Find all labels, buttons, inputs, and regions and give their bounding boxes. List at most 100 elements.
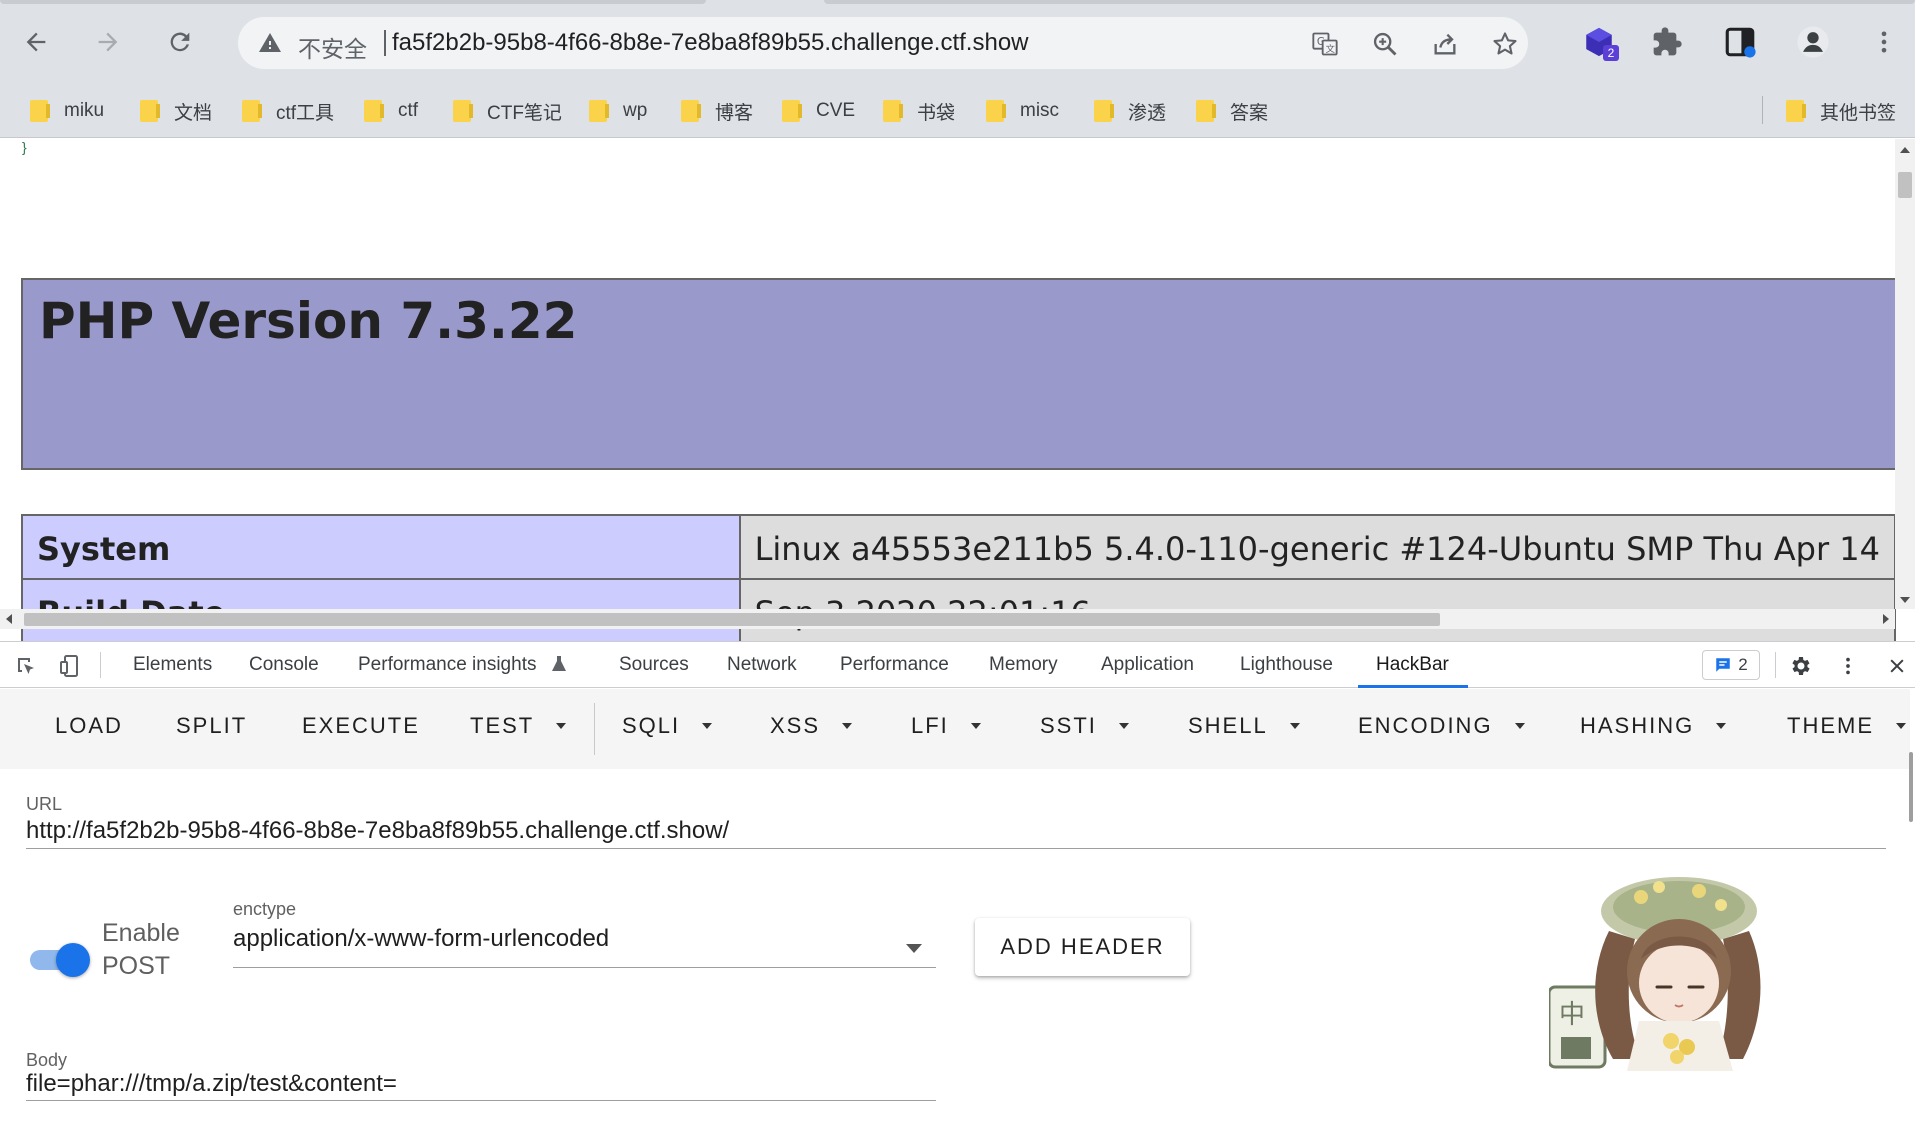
row-value: Linux a45553e211b5 5.4.0-110-generic #12… [738,514,1897,580]
execute-button[interactable]: EXECUTE [302,713,420,739]
bookmark-folder[interactable]: 博客 [681,98,753,124]
caret-down-icon [1289,723,1300,729]
body-field-label: Body [26,1050,68,1070]
scroll-left-arrow-icon[interactable] [6,614,12,624]
caret-down-icon [970,723,981,729]
folder-icon [986,100,1006,122]
folder-icon [242,100,262,122]
settings-gear-icon[interactable] [1786,652,1814,680]
reload-icon [170,32,190,52]
body-field[interactable]: file=phar:///tmp/a.zip/test&content= [26,1070,397,1098]
encoding-menu-button[interactable]: ENCODING [1358,713,1525,739]
test-menu-button[interactable]: TEST [470,713,567,739]
bookmark-folder[interactable]: 文档 [140,98,212,124]
page-vertical-scrollbar[interactable] [1895,139,1915,609]
url-field[interactable]: http://fa5f2b2b-95b8-4f66-8b8e-7e8ba8f89… [26,817,729,845]
enctype-label: enctype [233,899,297,919]
not-secure-label: 不安全 [298,36,367,62]
bookmark-folder[interactable]: 渗透 [1094,98,1166,124]
load-button[interactable]: LOAD [55,713,123,739]
profile-button[interactable] [1791,20,1835,64]
avatar-icon [1797,26,1829,58]
select-caret-icon[interactable] [906,944,922,953]
bookmark-folder[interactable]: CTF笔记 [453,98,562,124]
add-header-button[interactable]: ADD HEADER [975,918,1190,976]
tab-sources[interactable]: Sources [619,654,689,676]
enctype-underline [233,967,936,968]
lfi-menu-button[interactable]: LFI [911,713,981,739]
device-toolbar-icon[interactable] [56,652,84,680]
anime-girl-image: 中 [1549,877,1761,1071]
extensions-button[interactable] [1645,20,1689,64]
tab-application[interactable]: Application [1101,654,1194,676]
ssti-menu-button[interactable]: SSTI [1040,713,1129,739]
message-icon [1716,658,1731,672]
tab-console[interactable]: Console [249,654,319,676]
scroll-down-arrow-icon[interactable] [1900,597,1910,603]
page-horizontal-scrollbar[interactable] [0,609,1895,629]
enable-post-label: Enable POST [102,919,180,980]
scroll-up-arrow-icon[interactable] [1900,147,1910,153]
tab-elements[interactable]: Elements [133,654,212,676]
address-bar[interactable]: 不安全 fa5f2b2b-95b8-4f66-8b8e-7e8ba8f89b55… [238,17,1528,69]
folder-icon [589,100,609,122]
bookmark-folder[interactable]: ctf工具 [242,98,334,124]
bookmark-folder[interactable]: ctf [364,98,418,124]
tab-divider [100,652,101,678]
scrollbar-thumb[interactable] [1898,172,1912,198]
share-icon[interactable] [1430,29,1460,59]
theme-menu-button[interactable]: THEME [1787,713,1906,739]
extension-hackbar-button[interactable]: 2 [1577,20,1621,64]
issues-badge[interactable]: 2 [1702,650,1760,680]
url-field-label: URL [26,794,63,814]
forward-button[interactable] [86,20,130,64]
scrollbar-thumb[interactable] [1909,752,1913,822]
bookmark-star-icon[interactable] [1490,29,1520,59]
browser-menu-button[interactable] [1862,20,1906,64]
zoom-icon[interactable] [1370,29,1400,59]
sqli-menu-button[interactable]: SQLI [622,713,713,739]
caret-down-icon [1514,723,1525,729]
devtools-menu-icon[interactable] [1834,652,1862,680]
translate-icon[interactable]: G文 [1310,29,1340,59]
reload-button[interactable] [158,20,202,64]
folder-icon [1786,100,1806,122]
bookmark-folder[interactable]: miku [30,98,104,124]
side-panel-icon [1725,27,1756,58]
tab-performance-insights[interactable]: Performance insights [358,654,536,676]
bookmark-folder[interactable]: misc [986,98,1059,124]
tab-performance[interactable]: Performance [840,654,949,676]
folder-icon [782,100,802,122]
close-devtools-icon[interactable] [1883,652,1911,680]
scrollbar-thumb[interactable] [24,613,1440,626]
stray-output-text: } [22,139,27,155]
bookmarks-divider [1762,96,1763,124]
enable-post-toggle[interactable] [28,941,92,977]
back-button[interactable] [14,20,58,64]
bookmark-folder[interactable]: 答案 [1196,98,1268,124]
side-panel-button[interactable] [1718,20,1762,64]
table-row: System Linux a45553e211b5 5.4.0-110-gene… [21,514,1897,580]
toolbar-divider [594,703,595,755]
url-text[interactable]: fa5f2b2b-95b8-4f66-8b8e-7e8ba8f89b55.cha… [392,29,1029,57]
tab-lighthouse[interactable]: Lighthouse [1240,654,1333,676]
folder-icon [30,100,50,122]
inspect-element-icon[interactable] [12,652,40,680]
toggle-knob [56,943,90,977]
shell-menu-button[interactable]: SHELL [1188,713,1300,739]
other-bookmarks-folder[interactable]: 其他书签 [1786,98,1896,124]
split-button[interactable]: SPLIT [176,713,247,739]
tab-hackbar[interactable]: HackBar [1376,654,1449,676]
bookmark-folder[interactable]: wp [589,98,647,124]
folder-icon [1094,100,1114,122]
scroll-right-arrow-icon[interactable] [1883,614,1889,624]
enctype-select[interactable]: application/x-www-form-urlencoded [233,925,609,953]
tab-memory[interactable]: Memory [989,654,1058,676]
bookmark-folder[interactable]: CVE [782,98,855,124]
hashing-menu-button[interactable]: HASHING [1580,713,1727,739]
xss-menu-button[interactable]: XSS [770,713,853,739]
phpinfo-header: PHP Version 7.3.22 [21,278,1896,470]
bookmark-folder[interactable]: 书袋 [883,98,955,124]
devtools-scrollbar[interactable] [1909,702,1915,1142]
tab-network[interactable]: Network [727,654,797,676]
